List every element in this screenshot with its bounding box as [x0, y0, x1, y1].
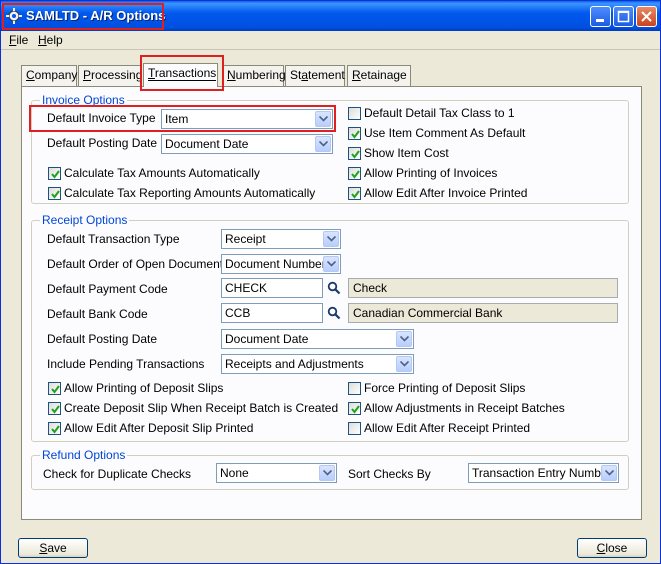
minimize-icon [596, 19, 604, 22]
chevron-down-icon[interactable] [601, 465, 617, 481]
force-deposit-print-label: Force Printing of Deposit Slips [364, 381, 526, 395]
checkmark-icon [48, 422, 61, 435]
default-order-label: Default Order of Open Documents [47, 257, 230, 271]
checkmark-icon [48, 402, 61, 415]
bank-code-description-text: Canadian Commercial Bank [353, 306, 503, 320]
calc-tax-reporting-label: Calculate Tax Reporting Amounts Automati… [64, 186, 316, 200]
tab-statement[interactable]: Statement [285, 65, 345, 86]
checkmark-icon [348, 147, 361, 160]
search-icon[interactable] [326, 305, 342, 321]
chevron-down-icon[interactable] [396, 331, 412, 347]
tab-highlight [140, 55, 224, 91]
checkbox-empty [348, 422, 361, 435]
duplicate-checks-select[interactable]: None [216, 463, 337, 483]
sort-checks-value: Transaction Entry Number [472, 466, 612, 480]
close-icon [641, 11, 652, 22]
menu-help[interactable]: Help [38, 33, 63, 47]
use-item-comment-label: Use Item Comment As Default [364, 126, 526, 140]
allow-edit-receipt-label: Allow Edit After Receipt Printed [364, 421, 531, 435]
default-payment-code-label: Default Payment Code [47, 282, 168, 296]
bank-code-value: CCB [225, 306, 251, 320]
chevron-down-icon[interactable] [315, 136, 331, 152]
tab-retainage[interactable]: Retainage [347, 65, 411, 86]
default-transaction-type-label: Default Transaction Type [47, 232, 180, 246]
close-window-button[interactable] [636, 6, 657, 27]
receipt-posting-date-value: Document Date [225, 332, 309, 346]
default-order-value: Document Number [225, 257, 326, 271]
chevron-down-icon[interactable] [323, 256, 339, 272]
calc-tax-label: Calculate Tax Amounts Automatically [64, 166, 260, 180]
menu-bar: File Help [1, 31, 660, 50]
receipt-options-title: Receipt Options [40, 213, 130, 227]
checkbox-empty [348, 382, 361, 395]
allow-adjustments-label: Allow Adjustments in Receipt Batches [364, 401, 565, 415]
tab-processing[interactable]: Processing [78, 65, 142, 86]
invoice-posting-date-select[interactable]: Document Date [161, 134, 333, 154]
title-highlight [2, 3, 164, 30]
invoice-posting-date-value: Document Date [165, 137, 249, 151]
invoice-posting-date-label: Default Posting Date [47, 136, 158, 150]
checkmark-icon [48, 167, 61, 180]
create-deposit-slip-label: Create Deposit Slip When Receipt Batch i… [64, 401, 339, 415]
bank-code-input[interactable]: CCB [221, 303, 323, 323]
payment-code-value: CHECK [225, 281, 268, 295]
duplicate-checks-value: None [220, 466, 249, 480]
ar-options-window: SAMLTD - A/R Options File Help Invoice O… [0, 0, 661, 564]
save-button[interactable]: Save [18, 538, 88, 558]
payment-code-input[interactable]: CHECK [221, 278, 323, 298]
maximize-icon [617, 10, 630, 23]
default-transaction-type-value: Receipt [225, 232, 266, 246]
chevron-down-icon[interactable] [396, 356, 412, 372]
allow-edit-deposit-label: Allow Edit After Deposit Slip Printed [64, 421, 254, 435]
checkbox-empty [348, 107, 361, 120]
refund-options-title: Refund Options [40, 448, 128, 462]
checkmark-icon [348, 402, 361, 415]
allow-printing-invoices-label: Allow Printing of Invoices [364, 166, 498, 180]
sort-checks-select[interactable]: Transaction Entry Number [468, 463, 619, 483]
chevron-down-icon[interactable] [323, 231, 339, 247]
include-pending-select[interactable]: Receipts and Adjustments [221, 354, 414, 374]
checkmark-icon [48, 187, 61, 200]
checkmark-icon [348, 127, 361, 140]
duplicate-checks-label: Check for Duplicate Checks [43, 467, 192, 481]
search-icon[interactable] [326, 280, 342, 296]
default-transaction-type-select[interactable]: Receipt [221, 229, 341, 249]
checkmark-icon [348, 187, 361, 200]
sort-checks-label: Sort Checks By [348, 467, 431, 481]
tab-company[interactable]: Company [21, 65, 77, 86]
menu-file[interactable]: File [9, 33, 28, 47]
default-detail-tax-label: Default Detail Tax Class to 1 [364, 106, 515, 120]
payment-code-description-text: Check [353, 281, 388, 295]
show-item-cost-label: Show Item Cost [364, 146, 449, 160]
tab-numbering[interactable]: Numbering [222, 65, 286, 86]
checkmark-icon [348, 167, 361, 180]
receipt-posting-date-select[interactable]: Document Date [221, 329, 414, 349]
bank-code-description: Canadian Commercial Bank [348, 303, 618, 323]
include-pending-value: Receipts and Adjustments [225, 357, 364, 371]
allow-edit-invoice-label: Allow Edit After Invoice Printed [364, 186, 528, 200]
payment-code-description: Check [348, 278, 618, 298]
tab-panel: Invoice Options Default Invoice Type Ite… [21, 86, 642, 520]
chevron-down-icon[interactable] [319, 465, 335, 481]
allow-deposit-print-label: Allow Printing of Deposit Slips [64, 381, 224, 395]
checkmark-icon [48, 382, 61, 395]
close-button[interactable]: Close [577, 538, 647, 558]
minimize-button[interactable] [590, 6, 611, 27]
include-pending-label: Include Pending Transactions [47, 357, 205, 371]
default-bank-code-label: Default Bank Code [47, 307, 148, 321]
maximize-button[interactable] [613, 6, 634, 27]
invoice-type-highlight [29, 105, 336, 132]
default-order-select[interactable]: Document Number [221, 254, 341, 274]
receipt-posting-date-label: Default Posting Date [47, 332, 158, 346]
